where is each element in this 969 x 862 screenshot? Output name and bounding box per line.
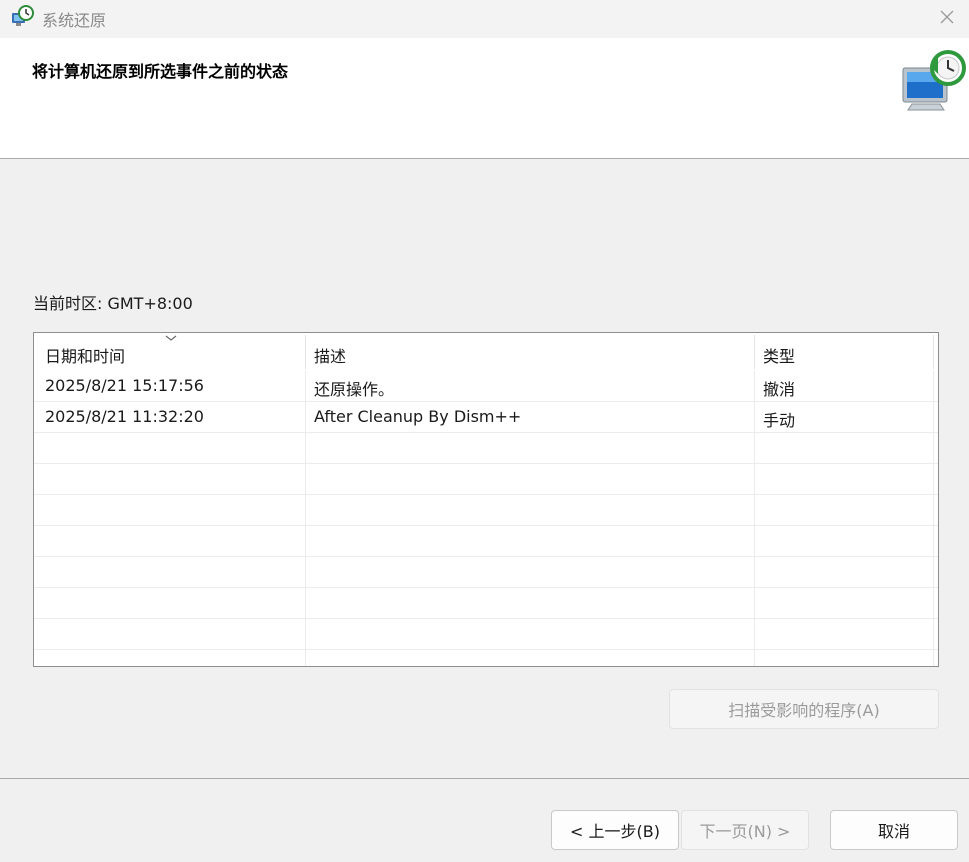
column-header-type[interactable]: 类型 bbox=[763, 333, 933, 371]
table-row[interactable]: 2025/8/21 15:17:56 还原操作。 撤消 bbox=[34, 371, 938, 402]
cell-description: After Cleanup By Dism++ bbox=[314, 407, 522, 426]
cell-datetime: 2025/8/21 15:17:56 bbox=[45, 376, 204, 395]
sort-descending-icon bbox=[165, 335, 177, 341]
page-title: 将计算机还原到所选事件之前的状态 bbox=[32, 62, 289, 81]
column-divider[interactable] bbox=[305, 335, 306, 369]
empty-row bbox=[34, 650, 938, 666]
footer-divider bbox=[0, 778, 969, 779]
cancel-button[interactable]: 取消 bbox=[830, 810, 958, 850]
empty-row bbox=[34, 433, 938, 464]
cell-type: 手动 bbox=[763, 411, 796, 430]
timezone-label: 当前时区: GMT+8:00 bbox=[33, 294, 193, 313]
empty-row bbox=[34, 464, 938, 495]
window-title: 系统还原 bbox=[42, 11, 107, 30]
grid-line bbox=[933, 371, 934, 666]
computer-restore-icon bbox=[902, 50, 966, 111]
next-button[interactable]: 下一页(N) > bbox=[681, 810, 809, 850]
restore-point-list[interactable]: 日期和时间 描述 类型 2025/8/21 15:17:56 还原操作。 撤消 … bbox=[33, 332, 939, 667]
grid-line bbox=[754, 371, 755, 666]
back-button[interactable]: < 上一步(B) bbox=[551, 810, 679, 850]
title-bar: 系统还原 bbox=[0, 0, 969, 38]
empty-row bbox=[34, 557, 938, 588]
list-header: 日期和时间 描述 类型 bbox=[34, 333, 938, 371]
column-divider[interactable] bbox=[933, 335, 934, 369]
scan-affected-programs-button[interactable]: 扫描受影响的程序(A) bbox=[669, 689, 939, 729]
column-divider[interactable] bbox=[754, 335, 755, 369]
grid-line bbox=[305, 371, 306, 666]
system-restore-icon bbox=[12, 5, 34, 26]
wizard-header: 将计算机还原到所选事件之前的状态 bbox=[0, 38, 969, 159]
close-button[interactable] bbox=[931, 4, 963, 30]
table-row[interactable]: 2025/8/21 11:32:20 After Cleanup By Dism… bbox=[34, 402, 938, 433]
empty-row bbox=[34, 619, 938, 650]
empty-row bbox=[34, 526, 938, 557]
column-header-description[interactable]: 描述 bbox=[314, 333, 754, 371]
empty-row bbox=[34, 495, 938, 526]
empty-row bbox=[34, 588, 938, 619]
cell-description: 还原操作。 bbox=[314, 380, 395, 399]
cell-datetime: 2025/8/21 11:32:20 bbox=[45, 407, 204, 426]
cell-type: 撤消 bbox=[763, 380, 796, 399]
close-icon bbox=[940, 10, 954, 24]
